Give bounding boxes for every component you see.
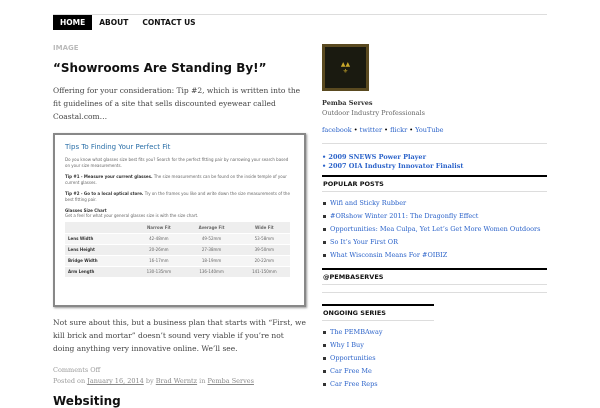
ongoing-series-title: ONGOING SERIES (322, 304, 434, 321)
series-link[interactable]: Car Free Me (322, 365, 547, 378)
sidebar: ▲▲ ⚜ Pemba Serves Outdoor Industry Profes… (322, 44, 547, 391)
table-cell: 141-150mm (238, 266, 290, 278)
nav-about[interactable]: ABOUT (92, 15, 135, 30)
table-cell: 20-22mm (238, 255, 290, 267)
table-cell: Narrow Fit (133, 222, 185, 234)
table-cell: 27-38mm (184, 244, 239, 256)
series-link[interactable]: Why I Buy (322, 339, 547, 352)
category-link[interactable]: Pemba Serves (208, 377, 254, 385)
table-cell: Wide Fit (238, 222, 290, 234)
table-row: Arm Length 130-135mm 136-140mm 141-150mm (65, 266, 290, 278)
site-tagline: Outdoor Industry Professionals (322, 109, 425, 117)
site-name: Pemba Serves (322, 99, 373, 107)
image-intro: Do you know what glasses size best fits … (65, 157, 289, 168)
table-cell (65, 222, 134, 234)
popular-post-link[interactable]: What Wisconsin Means For #OIBIZ (322, 249, 547, 262)
post-image[interactable]: Tips To Finding Your Perfect Fit Do you … (53, 133, 306, 307)
facebook-link[interactable]: facebook (322, 126, 352, 134)
nav-home[interactable]: HOME (53, 15, 93, 30)
post-date-link[interactable]: January 16, 2014 (87, 377, 144, 385)
table-header: Narrow Fit Average Fit Wide Fit (65, 222, 290, 234)
popular-post-link[interactable]: So It’s Your First OR (322, 236, 547, 249)
post-body: Not sure about this, but a business plan… (53, 318, 306, 353)
tip1-heading: Tip #1 - Measure your current glasses. (65, 174, 153, 179)
series-list: The PEMBAway Why I Buy Opportunities Car… (322, 326, 547, 391)
post-intro: Offering for your consideration: Tip #2,… (53, 86, 301, 121)
table-cell: 53-58mm (238, 233, 290, 245)
comments-status: Comments Off (53, 366, 101, 374)
divider (322, 143, 547, 144)
table-row: Lens Height 20-26mm 27-38mm 39-50mm (65, 244, 290, 256)
popular-posts-title: POPULAR POSTS (322, 175, 547, 192)
post-format[interactable]: IMAGE (53, 44, 306, 52)
table-cell: 18-19mm (184, 255, 239, 267)
nav-contact[interactable]: CONTACT US (135, 15, 202, 30)
table-cell: 16-17mm (133, 255, 185, 267)
post: IMAGE “Showrooms Are Standing By!” Offer… (53, 44, 306, 387)
series-link[interactable]: The PEMBAway (322, 326, 547, 339)
series-link[interactable]: Opportunities (322, 352, 547, 365)
award-link[interactable]: • 2007 OIA Industry Innovator Finalist (322, 162, 547, 171)
table-cell: 20-26mm (133, 244, 185, 256)
image-title: Tips To Finding Your Perfect Fit (65, 143, 171, 151)
by-label: by (145, 377, 154, 385)
author-link[interactable]: Brad Werntz (156, 377, 197, 385)
post-meta: Comments Off Posted on January 16, 2014 … (53, 365, 306, 387)
twitter-widget-title[interactable]: @PEMBASERVES (322, 268, 547, 285)
table-cell: Lens Height (65, 244, 134, 256)
table-cell: Arm Length (65, 266, 134, 278)
popular-posts-list: Wifi and Sticky Rubber #ORshow Winter 20… (322, 197, 547, 262)
sep: • (351, 126, 360, 134)
tip2-heading: Tip #2 - Go to a local optical store. (65, 191, 144, 196)
table-cell: Average Fit (184, 222, 239, 234)
table-row: Bridge Width 16-17mm 18-19mm 20-22mm (65, 255, 290, 267)
award-link[interactable]: • 2009 SNEWS Power Player (322, 153, 547, 162)
popular-post-link[interactable]: Wifi and Sticky Rubber (322, 197, 547, 210)
image-tip1: Tip #1 - Measure your current glasses. T… (65, 174, 294, 186)
posted-on-label: Posted on (53, 377, 86, 385)
popular-post-link[interactable]: #ORshow Winter 2011: The Dragonfly Effec… (322, 210, 547, 223)
in-label: in (199, 377, 206, 385)
post-title[interactable]: “Showrooms Are Standing By!” (53, 61, 306, 75)
chart-subtitle: Get a feel for what your general glasses… (65, 213, 199, 218)
table-cell: Bridge Width (65, 255, 134, 267)
next-post-title[interactable]: Websiting (53, 394, 121, 408)
twitter-link[interactable]: twitter (360, 126, 382, 134)
social-links: facebook • twitter • flickr • YouTube (322, 126, 547, 134)
table-row: Lens Width 42-48mm 49-52mm 53-58mm (65, 233, 290, 245)
flickr-link[interactable]: flickr (390, 126, 407, 134)
twitter-widget-body (322, 285, 547, 293)
popular-post-link[interactable]: Opportunities: Mea Culpa, Yet Let’s Get … (322, 223, 547, 236)
series-link[interactable]: Car Free Reps (322, 378, 547, 391)
youtube-link[interactable]: YouTube (415, 126, 443, 134)
sep: • (407, 126, 416, 134)
sep: • (382, 126, 391, 134)
main-nav: HOME ABOUT CONTACT US (53, 15, 203, 30)
image-tip2: Tip #2 - Go to a local optical store. Tr… (65, 191, 294, 203)
table-cell: Lens Width (65, 233, 134, 245)
awards: • 2009 SNEWS Power Player • 2007 OIA Ind… (322, 153, 547, 171)
table-cell: 39-50mm (238, 244, 290, 256)
size-table: Narrow Fit Average Fit Wide Fit Lens Width 4… (65, 222, 290, 278)
pemba-logo: ▲▲ ⚜ (322, 44, 369, 91)
table-cell: 42-48mm (133, 233, 185, 245)
table-cell: 49-52mm (184, 233, 239, 245)
table-cell: 130-135mm (133, 266, 185, 278)
table-cell: 136-140mm (184, 266, 239, 278)
